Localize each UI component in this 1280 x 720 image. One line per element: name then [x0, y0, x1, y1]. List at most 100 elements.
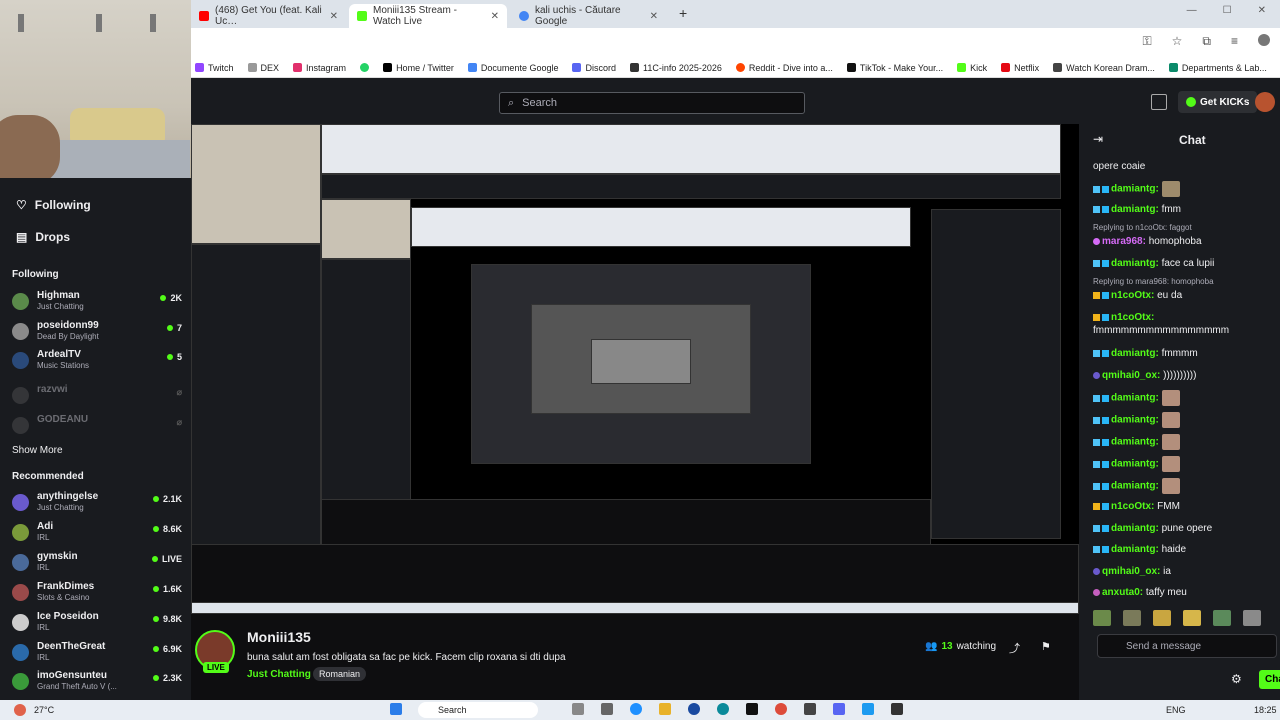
bookmark-instagram[interactable]: Instagram	[293, 63, 346, 73]
bookmark-star-icon[interactable]: ☆	[1172, 34, 1183, 49]
recommended-channel[interactable]: anythingelse Just Chatting 2.1K	[12, 491, 182, 515]
bookmark-twitter[interactable]: Home / Twitter	[383, 63, 454, 73]
app-icon[interactable]	[804, 703, 816, 715]
bookmark-google-docs[interactable]: Documente Google	[467, 63, 558, 73]
app-icon[interactable]	[891, 703, 903, 715]
maximize-icon[interactable]: ☐	[1223, 5, 1232, 16]
badge-icon	[1102, 259, 1109, 267]
sidebar-following[interactable]: ♡ Following	[16, 198, 91, 212]
profile-icon[interactable]	[1258, 34, 1270, 46]
badge-icon	[1093, 205, 1100, 213]
get-kicks-button[interactable]: Get KICKs	[1178, 91, 1258, 113]
live-dot-icon	[152, 675, 159, 681]
minimize-icon[interactable]: —	[1187, 5, 1197, 16]
calculator-icon[interactable]	[601, 703, 613, 715]
browse-icon[interactable]	[1151, 94, 1167, 110]
streamer-name[interactable]: Moniii135	[247, 629, 311, 645]
nested-browser-chrome-2	[411, 207, 911, 247]
hp-icon[interactable]	[688, 703, 700, 715]
key-icon[interactable]: ⚿	[1143, 34, 1152, 49]
sidebar: ♡ Following ▤ Drops Following Highman Ju…	[0, 178, 191, 700]
clock[interactable]: 18:25	[1254, 705, 1277, 715]
recommended-channel[interactable]: Adi IRL 8.6K	[12, 521, 182, 545]
bookmark-discord[interactable]: Discord	[572, 63, 616, 73]
close-window-icon[interactable]: ✕	[1258, 5, 1266, 16]
browser-tab[interactable]: (468) Get You (feat. Kali Uc… ✕	[191, 4, 346, 28]
offline-icon: ⌀	[176, 387, 182, 397]
bookmark-whatsapp[interactable]	[360, 63, 370, 72]
task-view-icon[interactable]	[572, 703, 584, 715]
file-explorer-icon[interactable]	[659, 703, 671, 715]
help-icon[interactable]	[630, 703, 642, 715]
bookmark-kick[interactable]: Kick	[957, 63, 987, 73]
close-tab-icon[interactable]: ✕	[330, 11, 338, 22]
start-icon[interactable]	[390, 703, 402, 715]
stream-tag[interactable]: Romanian	[313, 667, 367, 681]
following-channel[interactable]: Highman Just Chatting 2K	[12, 290, 182, 314]
badge-icon	[1093, 482, 1100, 490]
emote-icon[interactable]	[1243, 610, 1261, 626]
close-tab-icon[interactable]: ✕	[650, 11, 658, 22]
bookmark-11c[interactable]: 11C-info 2025-2026	[629, 63, 722, 73]
recommended-channel[interactable]: imoGensunteu Grand Theft Auto V (... 2.3…	[12, 670, 182, 694]
tiktok-icon[interactable]	[746, 703, 758, 715]
recommended-channel[interactable]: FrankDimes Slots & Casino 1.6K	[12, 581, 182, 605]
close-tab-icon[interactable]: ✕	[491, 11, 499, 22]
recommended-channel[interactable]: gymskin IRL LIVE	[12, 551, 182, 575]
avatar	[12, 323, 29, 340]
bookmark-departments[interactable]: Departments & Lab...	[1168, 63, 1267, 73]
search-input[interactable]: ⌕ Search	[499, 92, 805, 114]
recommended-channel[interactable]: Ice Poseidon IRL 9.8K	[12, 611, 182, 635]
address-bar[interactable]: ⚿ ☆ ⧉ ≡	[191, 28, 1280, 58]
avatar	[12, 524, 29, 541]
twitter-icon[interactable]	[862, 703, 874, 715]
taskbar-search[interactable]: Search	[418, 702, 538, 718]
edge-icon[interactable]	[717, 703, 729, 715]
stream-category[interactable]: Just Chatting	[247, 669, 311, 680]
video-player[interactable]	[191, 124, 1079, 614]
classroom-icon	[629, 63, 639, 72]
bookmark-twitch[interactable]: Twitch	[195, 63, 234, 73]
badge-icon	[1093, 349, 1100, 357]
user-avatar[interactable]	[1255, 92, 1275, 112]
bookmark-tiktok[interactable]: TikTok - Make Your...	[846, 63, 943, 73]
following-channel-offline[interactable]: GODEANU ⌀	[12, 414, 182, 438]
browser-tab[interactable]: kali uchis - Căutare Google ✕	[511, 4, 666, 28]
emote-icon[interactable]	[1153, 610, 1171, 626]
browser-tab-active[interactable]: Moniii135 Stream - Watch Live ✕	[349, 4, 507, 28]
recommended-channel[interactable]: DeenTheGreat IRL 6.9K	[12, 641, 182, 665]
menu-icon[interactable]: ≡	[1231, 34, 1238, 49]
browser-tab-bar: (468) Get You (feat. Kali Uc… ✕ Moniii13…	[191, 0, 1280, 28]
following-channel[interactable]: ArdealTV Music Stations 5	[12, 349, 182, 373]
collapse-chat-icon[interactable]: ⇥	[1093, 132, 1103, 146]
following-channel[interactable]: poseidonn99 Dead By Daylight 7	[12, 320, 182, 344]
language-indicator[interactable]: ENG	[1166, 705, 1186, 715]
emote-icon[interactable]	[1123, 610, 1141, 626]
emote-icon[interactable]	[1183, 610, 1201, 626]
chat-message-input[interactable]: Send a message	[1097, 634, 1277, 658]
reply-context: Replying to n1coOtx: faggot	[1093, 223, 1192, 232]
bookmark-dex[interactable]: DEX	[247, 63, 279, 73]
bookmark-reddit[interactable]: Reddit - Dive into a...	[735, 63, 833, 73]
emote-icon[interactable]	[1213, 610, 1231, 626]
send-chat-button[interactable]: Chat	[1259, 670, 1280, 689]
emote-icon[interactable]	[1093, 610, 1111, 626]
following-channel-offline[interactable]: razvwi ⌀	[12, 384, 182, 408]
follow-icon[interactable]: ⚑	[1041, 640, 1051, 653]
nested-chat	[931, 209, 1061, 539]
chrome-icon[interactable]	[775, 703, 787, 715]
bookmark-netflix[interactable]: Netflix	[1001, 63, 1039, 73]
live-dot-icon	[166, 354, 173, 360]
stream-info: LIVE Moniii135 buna salut am fost obliga…	[191, 614, 1079, 700]
bookmark-korean-drama[interactable]: Watch Korean Dram...	[1053, 63, 1155, 73]
new-tab-button[interactable]: +	[679, 5, 687, 21]
tab-label: Moniii135 Stream - Watch Live	[373, 5, 457, 27]
gear-icon[interactable]: ⚙	[1231, 672, 1242, 686]
live-dot-icon	[152, 526, 159, 532]
share-icon[interactable]: ⤴	[1009, 640, 1020, 656]
extensions-icon[interactable]: ⧉	[1202, 34, 1211, 49]
live-dot-icon	[152, 496, 159, 502]
sidebar-drops[interactable]: ▤ Drops	[16, 230, 70, 244]
show-more-button[interactable]: Show More	[12, 445, 63, 456]
discord-icon[interactable]	[833, 703, 845, 715]
